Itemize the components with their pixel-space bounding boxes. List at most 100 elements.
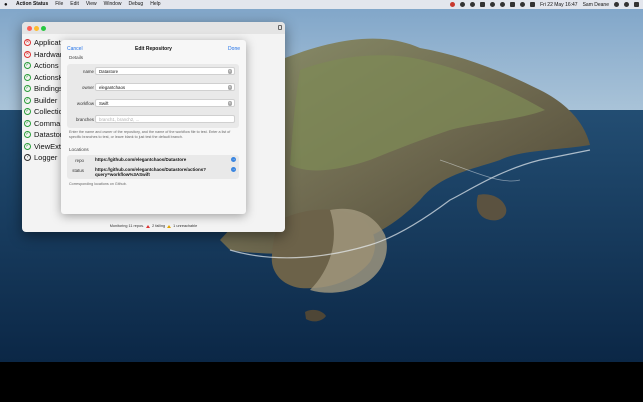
display-icon[interactable] (510, 2, 516, 7)
menu-debug[interactable]: Debug (128, 0, 143, 9)
repo-label: Applicat (34, 38, 61, 48)
repo-label: Datastor (34, 130, 63, 140)
branches-label: branches (75, 116, 94, 122)
details-group: name Datastore × owner elegantchaos × wo… (67, 64, 239, 128)
menu-edit[interactable]: Edit (70, 0, 79, 9)
menu-file[interactable]: File (55, 0, 63, 9)
cloud-icon[interactable] (470, 2, 476, 7)
repo-list: ✕ Applicat ✕ Hardwar ✓ Actions ✓ ActionsK ✓ B… (24, 37, 65, 164)
name-row: name Datastore × (67, 66, 239, 76)
branches-placeholder: branch1, branch2, ... (99, 117, 140, 123)
pass-icon: ✓ (24, 119, 31, 127)
repo-label: Builder (34, 95, 58, 105)
details-header: Details (69, 55, 84, 60)
black-letterbox (0, 362, 643, 402)
status-url: https://github.com/elegantchaos/Datastor… (95, 166, 207, 178)
branches-row: branches branch1, branch2, ... (67, 114, 239, 124)
repo-item[interactable]: ✕ Applicat (24, 37, 64, 49)
repo-item[interactable]: ✓ Bindings (24, 83, 64, 95)
repo-item[interactable]: ✓ ViewExte (24, 141, 65, 153)
name-value: Datastore (99, 69, 119, 75)
repo-item[interactable]: ✓ ActionsK (24, 72, 64, 84)
open-link-icon[interactable]: → (231, 167, 236, 172)
repo-label: Logger (34, 153, 58, 163)
owner-value: elegantchaos (99, 85, 126, 91)
menu-app-name[interactable]: Action Status (16, 0, 48, 9)
branches-field[interactable]: branch1, branch2, ... (95, 115, 235, 123)
clear-icon[interactable]: × (227, 69, 232, 74)
repo-item[interactable]: ✓ Actions (24, 60, 64, 72)
workflow-label: workflow (76, 100, 94, 106)
owner-field[interactable]: elegantchaos × (95, 83, 235, 91)
fail-icon: ✕ (24, 39, 31, 47)
menu-window[interactable]: Window (104, 0, 122, 9)
action-status-icon[interactable] (450, 2, 456, 7)
wifi-icon[interactable] (500, 2, 506, 7)
pass-icon: ✓ (24, 85, 31, 93)
window-titlebar[interactable] (22, 22, 285, 34)
pass-icon: ✓ (24, 131, 31, 139)
siri-icon[interactable] (624, 2, 629, 7)
lock-icon[interactable] (278, 25, 282, 30)
volume-icon[interactable] (520, 2, 526, 7)
repo-item[interactable]: ✓ Comma (24, 118, 64, 130)
sheet-header: Cancel Edit Repository Done (61, 44, 246, 54)
name-label: name (83, 68, 94, 74)
notification-center-icon[interactable] (634, 2, 639, 7)
repo-url: https://github.com/elegantchaos/Datastor… (95, 156, 187, 162)
repo-item[interactable]: ? Logger (24, 152, 64, 164)
apple-icon[interactable]: ● (4, 2, 10, 8)
repo-label: Collectio (34, 107, 63, 117)
unknown-icon: ? (24, 154, 31, 162)
repo-location-label: repo (75, 157, 84, 163)
app-icon[interactable] (480, 2, 486, 7)
menu-user[interactable]: Sam Deane (583, 2, 609, 8)
warning-red-icon (146, 224, 151, 228)
pass-icon: ✓ (24, 73, 31, 81)
warning-yellow-icon (167, 224, 172, 228)
unreachable-text: 1 unreachable (173, 224, 198, 228)
workflow-row: workflow Swift × (67, 98, 239, 108)
sheet-title: Edit Repository (135, 45, 172, 52)
battery-icon[interactable] (530, 2, 536, 7)
repo-item[interactable]: ✓ Builder (24, 95, 64, 107)
pass-icon: ✓ (24, 108, 31, 116)
repo-label: Actions (34, 61, 59, 71)
name-field[interactable]: Datastore × (95, 67, 235, 75)
monitoring-text: Monitoring 11 repos. (109, 224, 145, 228)
clear-icon[interactable]: × (227, 101, 232, 106)
locations-group: repo https://github.com/elegantchaos/Dat… (67, 155, 239, 179)
owner-label: owner (82, 84, 94, 90)
repo-label: Comma (34, 118, 61, 128)
owner-row: owner elegantchaos × (67, 82, 239, 92)
open-link-icon[interactable]: → (231, 157, 236, 162)
menu-bar: ● Action Status File Edit View Window De… (0, 0, 643, 9)
repo-item[interactable]: ✓ Datastor (24, 129, 64, 141)
failing-text: 2 failing (152, 224, 166, 228)
status-location-label: status (72, 167, 84, 173)
pass-icon: ✓ (24, 142, 31, 150)
zoom-button[interactable] (41, 26, 46, 31)
minimize-button[interactable] (34, 26, 39, 31)
window-statusbar: Monitoring 11 repos. 2 failing 1 unreach… (22, 220, 285, 232)
repo-label: ActionsK (34, 72, 64, 82)
spotlight-icon[interactable] (614, 2, 619, 7)
status-icon-5[interactable] (490, 2, 496, 7)
repo-item[interactable]: ✕ Hardwar (24, 49, 64, 61)
repo-label: Hardwar (34, 49, 63, 59)
workflow-value: Swift (99, 101, 109, 107)
menu-view[interactable]: View (86, 0, 97, 9)
menu-help[interactable]: Help (150, 0, 160, 9)
repo-item[interactable]: ✓ Collectio (24, 106, 64, 118)
pass-icon: ✓ (24, 62, 31, 70)
details-help-text: Enter the name and owner of the reposito… (69, 130, 231, 139)
clear-icon[interactable]: × (227, 85, 232, 90)
status-icon-2[interactable] (460, 2, 466, 7)
close-button[interactable] (27, 26, 32, 31)
locations-header: Locations (69, 147, 89, 152)
pass-icon: ✓ (24, 96, 31, 104)
workflow-field[interactable]: Swift × (95, 99, 235, 107)
locations-help-text: Corresponding locations on Github. (69, 182, 127, 186)
menu-clock[interactable]: Fri 22 May 16:47 (540, 2, 578, 8)
done-button[interactable]: Done (228, 46, 240, 52)
